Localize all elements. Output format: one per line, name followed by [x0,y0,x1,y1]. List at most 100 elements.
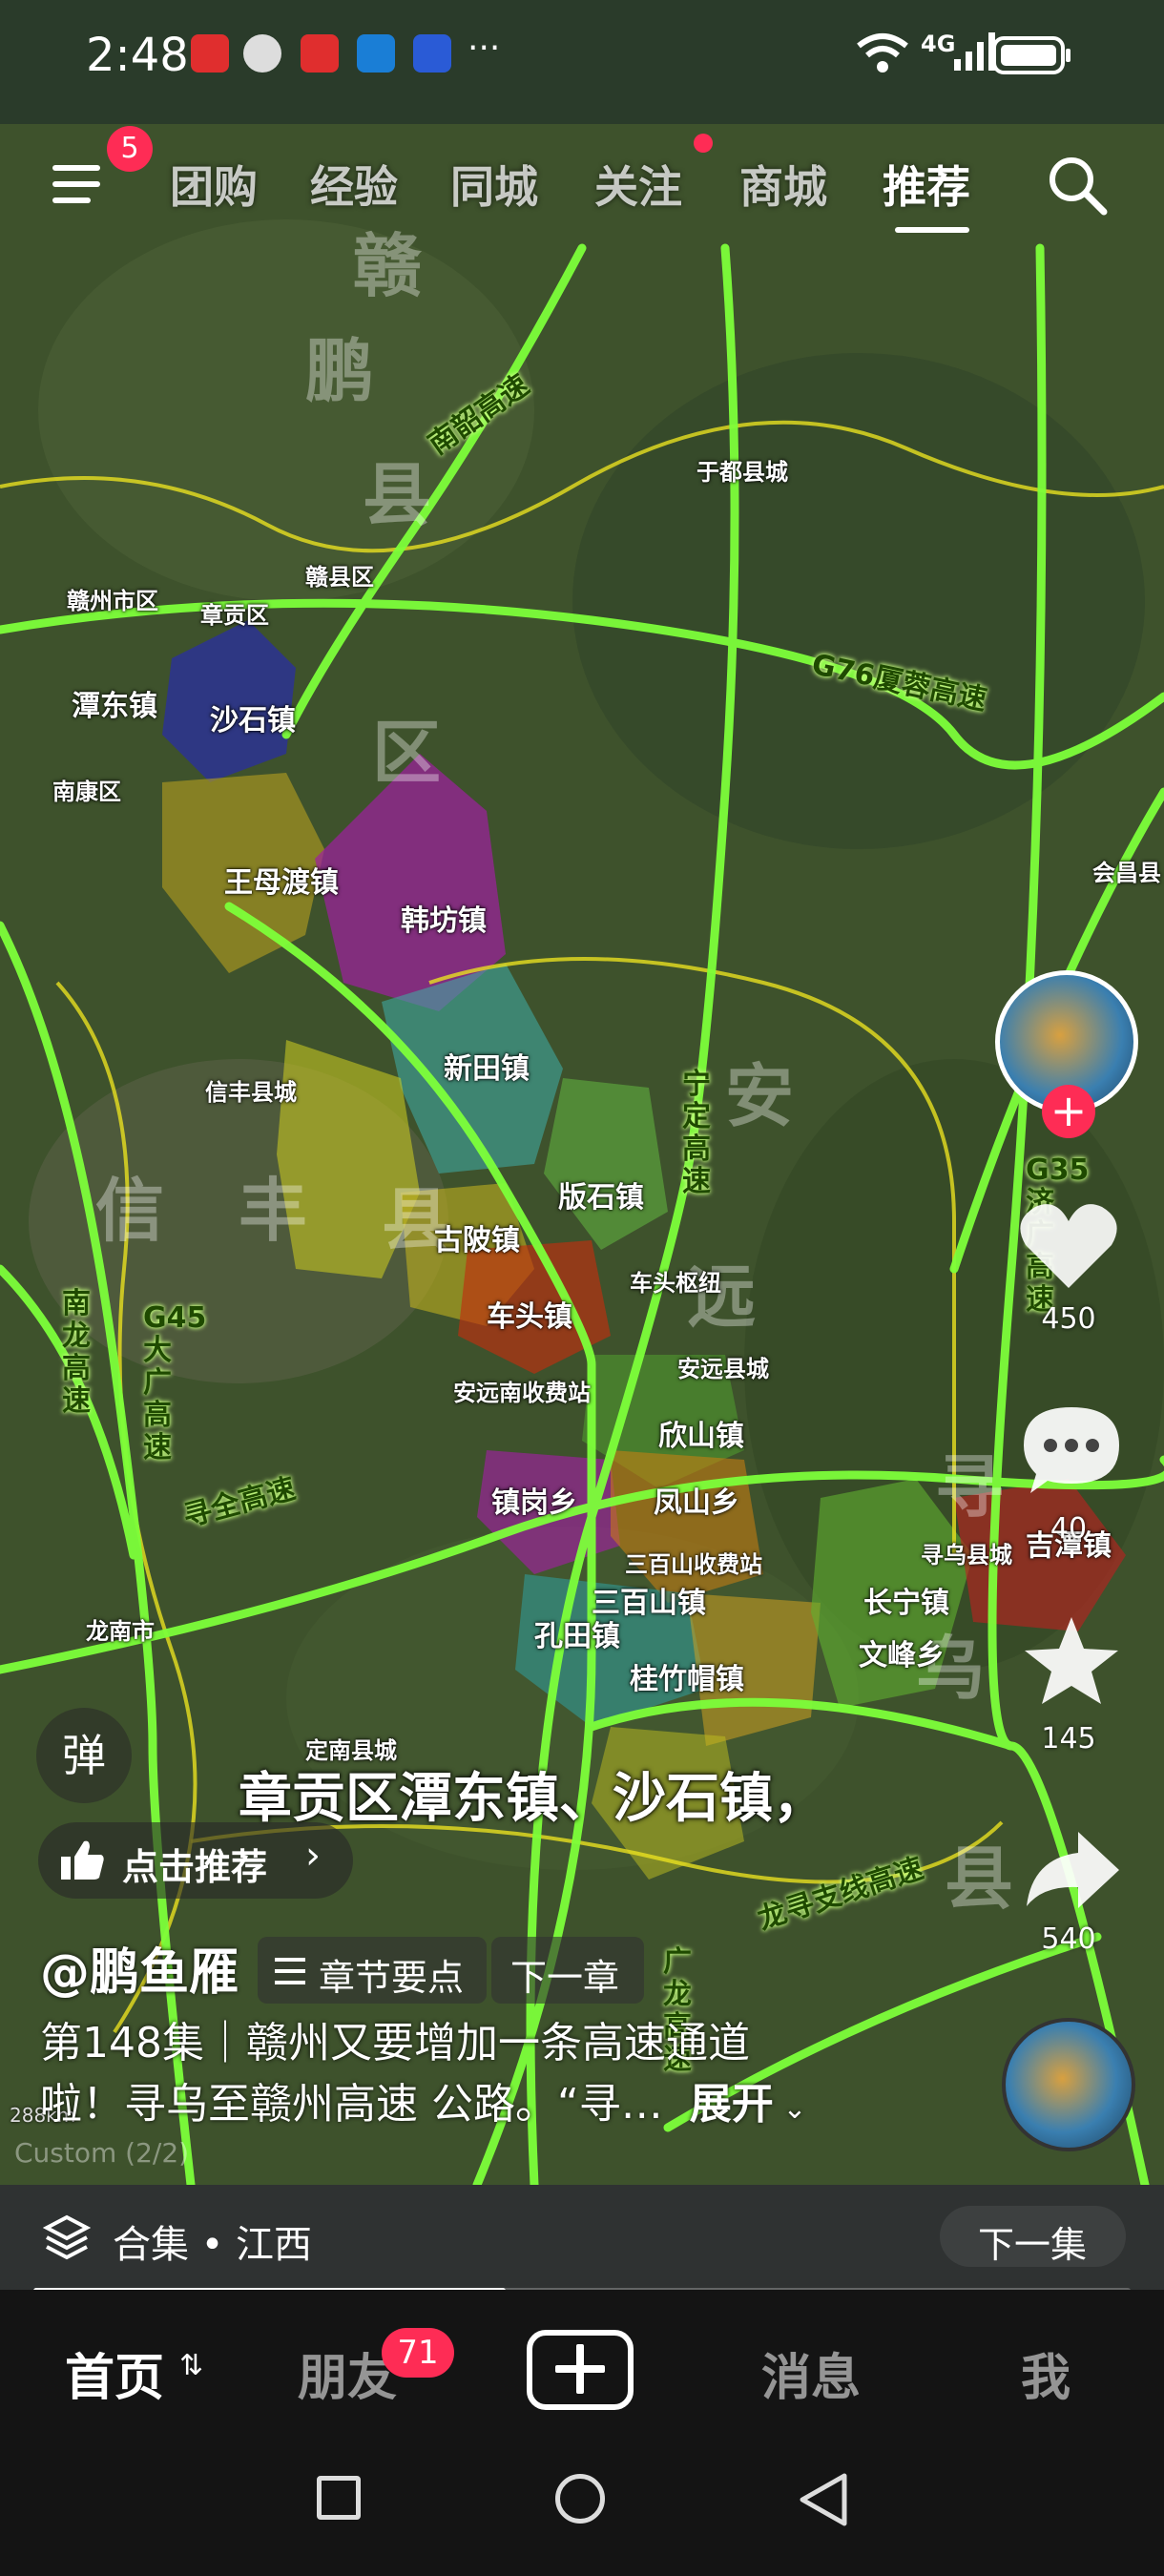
region-char: 县 [945,1839,1014,1919]
place-label: 新田镇 [444,1052,530,1086]
region-char: 信 [95,1171,165,1251]
region-char: 寻 [935,1447,1005,1527]
place-label: 车头镇 [487,1300,572,1334]
menu-icon[interactable] [52,160,110,208]
place-label: 沙石镇 [210,704,296,737]
favorite-count: 145 [1041,1722,1096,1755]
favorite-star-icon[interactable] [1019,1612,1124,1708]
description-line: 第148集｜赣州又要增加一条高速通道 [40,2019,750,2067]
tab-recommend[interactable]: 推荐 [883,153,970,216]
collection-label: 合集 • 江西 [113,2223,313,2267]
watermark-text: Custom (2/2) [14,2137,190,2169]
place-label: 赣县区 [305,564,374,591]
wifi-icon [857,33,908,73]
place-label: 王母渡镇 [224,866,339,900]
comment-count: 40 [1050,1512,1088,1546]
author-name[interactable]: @鹏鱼雁 [40,1932,239,2004]
clock: 2:48 [86,29,189,82]
back-triangle-icon[interactable] [797,2471,850,2528]
place-label: 安远县城 [677,1356,769,1382]
chapter-points-label: 章节要点 [319,1957,465,1999]
place-label: 会昌县 [1092,860,1161,886]
chevron-down-icon: ⌄ [773,2092,807,2126]
network-type: 4G [921,31,956,57]
subtitle-caption: 章贡区潭东镇、沙石镇， [239,1768,826,1830]
place-label: 寻乌县城 [921,1542,1012,1568]
lightbulb-icon [413,34,451,73]
recent-apps-icon[interactable] [317,2476,361,2520]
avatar-icon [243,34,281,73]
home-circle-icon[interactable] [555,2474,605,2524]
place-label: 龙南市 [86,1618,155,1645]
place-label: 南康区 [52,779,121,805]
place-label: 镇岗乡 [491,1486,577,1520]
place-label: 文峰乡 [859,1639,945,1672]
place-label: 长宁镇 [863,1587,949,1620]
signal-icon [954,32,995,71]
next-episode-label: 下一集 [978,2224,1088,2266]
region-char: 安 [725,1056,795,1136]
next-chapter-chip[interactable]: 下一章 [491,1937,644,2004]
following-dot [694,134,713,153]
place-label: 章贡区 [200,602,269,629]
expand-button[interactable]: 展开 [690,2080,774,2129]
status-bar: 2:48 ··· 4G [0,0,1164,124]
chevron-right-icon: › [305,1834,321,1878]
music-disc[interactable] [1002,2018,1135,2151]
thumbs-up-icon [61,1840,104,1880]
tab-following[interactable]: 关注 [594,153,682,216]
place-label: 于都县城 [696,459,788,486]
highway-label: 南龙高速 [62,1287,91,1418]
recommend-chip[interactable]: 点击推荐 › [38,1822,353,1899]
place-label: 韩坊镇 [401,904,487,938]
like-heart-icon[interactable] [1016,1197,1121,1293]
system-nav-bar [0,2433,1164,2576]
tab-group-buy[interactable]: 团购 [170,153,258,216]
place-label: 潭东镇 [72,690,157,723]
create-post-button[interactable] [527,2330,634,2410]
share-count: 540 [1041,1922,1096,1956]
browser-icon [357,34,395,73]
highway-label: 宁定高速 [682,1068,711,1198]
friends-badge: 71 [382,2328,454,2378]
nav-home[interactable]: 首页 [65,2337,164,2409]
place-label: 孔田镇 [534,1620,620,1653]
place-label: 桂竹帽镇 [630,1663,744,1696]
description-line: 啦！寻乌至赣州高速 公路。“寻… [40,2080,663,2129]
place-label: 车头枢纽 [630,1270,721,1297]
highway-label: G45大广高速 [143,1301,207,1465]
layers-icon [43,2214,91,2260]
next-chapter-label: 下一章 [510,1957,620,1999]
huawei-icon [301,34,339,73]
video-description: 第148集｜赣州又要增加一条高速通道 啦！寻乌至赣州高速 公路。“寻… 展开 ⌄ [40,2013,899,2140]
active-tab-indicator [895,227,969,233]
nav-me[interactable]: 我 [1021,2337,1070,2409]
tab-experience[interactable]: 经验 [310,153,398,216]
place-label: 安远南收费站 [453,1380,591,1406]
menu-badge: 5 [107,126,153,172]
recommend-label: 点击推荐 [122,1846,268,1888]
place-label: 古陂镇 [434,1224,520,1257]
next-episode-button[interactable]: 下一集 [940,2206,1126,2267]
place-label: 赣州市区 [67,588,158,614]
swap-icon: ⇅ [179,2349,204,2382]
tab-mall[interactable]: 商城 [739,153,827,216]
chapter-points-chip[interactable]: 章节要点 [258,1937,487,2004]
follow-plus-button[interactable]: + [1042,1085,1095,1138]
nav-messages[interactable]: 消息 [761,2337,861,2409]
search-icon[interactable] [1045,153,1112,219]
region-char: 县 [363,455,432,535]
place-label: 版石镇 [558,1181,644,1215]
comment-icon[interactable] [1019,1402,1124,1498]
region-char: 丰 [239,1171,308,1251]
top-nav: 5 团购 经验 同城 关注 商城 推荐 [0,126,1164,233]
region-char: 区 [372,713,442,793]
share-arrow-icon[interactable] [1019,1822,1124,1918]
more-notifications: ··· [468,29,501,68]
collection-bar[interactable]: 合集 • 江西 下一集 [0,2185,1164,2290]
danmu-button[interactable]: 弹 [36,1708,132,1803]
place-label: 信丰县城 [205,1079,297,1106]
like-count: 450 [1041,1302,1096,1336]
tab-local[interactable]: 同城 [450,153,538,216]
region-char: 鹏 [305,331,375,411]
